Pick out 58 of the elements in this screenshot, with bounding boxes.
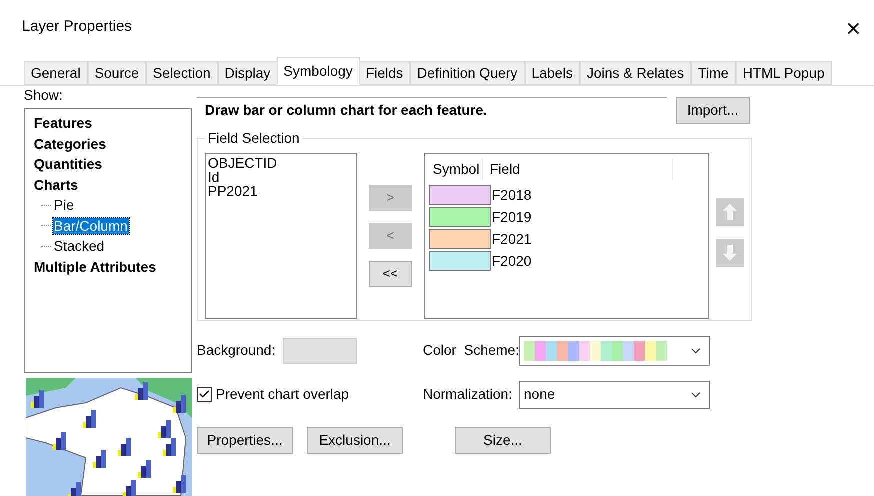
normalization-dropdown[interactable]: none [519, 380, 710, 408]
checkbox[interactable] [197, 387, 212, 402]
tree-item[interactable]: Multiple Attributes [33, 258, 158, 275]
size-button[interactable]: Size... [455, 427, 551, 454]
description-box: Draw bar or column chart for each feature. [197, 97, 667, 123]
tree-item[interactable]: Features [33, 115, 94, 132]
tab[interactable]: HTML Popup [736, 61, 832, 85]
symbol-swatch[interactable] [429, 229, 491, 249]
color-scheme-dropdown[interactable] [519, 336, 710, 366]
background-label: Background: [197, 341, 277, 360]
import-button[interactable]: Import... [676, 97, 750, 124]
normalization-label: Normalization: [423, 385, 514, 404]
chevron-down-icon [691, 392, 701, 398]
tree-item[interactable]: Stacked [53, 238, 106, 254]
tree-item[interactable]: Bar/Column [53, 218, 129, 234]
column-header[interactable]: Symbol [425, 158, 483, 180]
symbol-swatch[interactable] [429, 207, 491, 227]
available-fields-list[interactable]: OBJECTID Id PP2021 [205, 153, 357, 319]
tree-item[interactable]: Charts [33, 176, 80, 193]
list-item[interactable]: OBJECTID [208, 156, 356, 170]
table-cell-text: F2021 [492, 230, 532, 248]
tab[interactable]: Joins & Relates [580, 61, 692, 85]
tab[interactable]: Time [691, 61, 736, 85]
table-cell-text: F2020 [492, 252, 532, 270]
properties-button[interactable]: Properties... [197, 427, 293, 454]
tab[interactable]: Symbology [276, 57, 360, 85]
check-icon [199, 390, 210, 399]
tab[interactable]: Labels [524, 61, 580, 85]
table-cell-text: F2018 [492, 186, 532, 204]
move-button[interactable]: << [369, 261, 412, 287]
color-scheme-label: Color Scheme: [423, 341, 519, 360]
symbol-swatch[interactable] [429, 185, 491, 205]
close-button[interactable]: × [843, 18, 864, 38]
list-item[interactable]: PP2021 [208, 184, 356, 198]
down-arrow-icon [723, 245, 737, 261]
tree-item[interactable]: Pie [53, 197, 76, 214]
tab[interactable]: Fields [358, 61, 410, 85]
tab[interactable]: Definition Query [410, 61, 525, 85]
table-cell-text: F2019 [492, 208, 532, 226]
chart-fields-table[interactable]: Symbol Field F2018 F2019 F2021 F2020 [424, 153, 709, 319]
list-item[interactable]: Id [208, 170, 356, 184]
group-title: Field Selection [207, 129, 301, 148]
tab[interactable]: Source [88, 61, 146, 85]
tree-item[interactable]: Categories [33, 136, 108, 152]
background-color-field[interactable] [283, 338, 357, 364]
chevron-down-icon [691, 348, 701, 354]
tab[interactable]: Display [218, 61, 278, 85]
tree-item[interactable]: Quantities [33, 156, 104, 172]
show-label: Show: [24, 88, 64, 103]
tab[interactable]: Selection [146, 61, 218, 85]
symbol-swatch[interactable] [429, 251, 491, 271]
column-header[interactable]: Field [483, 158, 673, 180]
exclusion-button[interactable]: Exclusion... [307, 427, 403, 454]
up-arrow-icon [723, 204, 737, 220]
window-title: Layer Properties [22, 17, 132, 38]
chart-type-tree[interactable]: Features Categories Quantities Charts Pie Bar/Column Stacked Multiple Attributes [24, 108, 192, 373]
tab[interactable]: General [24, 61, 88, 85]
checkbox-label[interactable]: Prevent chart overlap [216, 384, 350, 405]
